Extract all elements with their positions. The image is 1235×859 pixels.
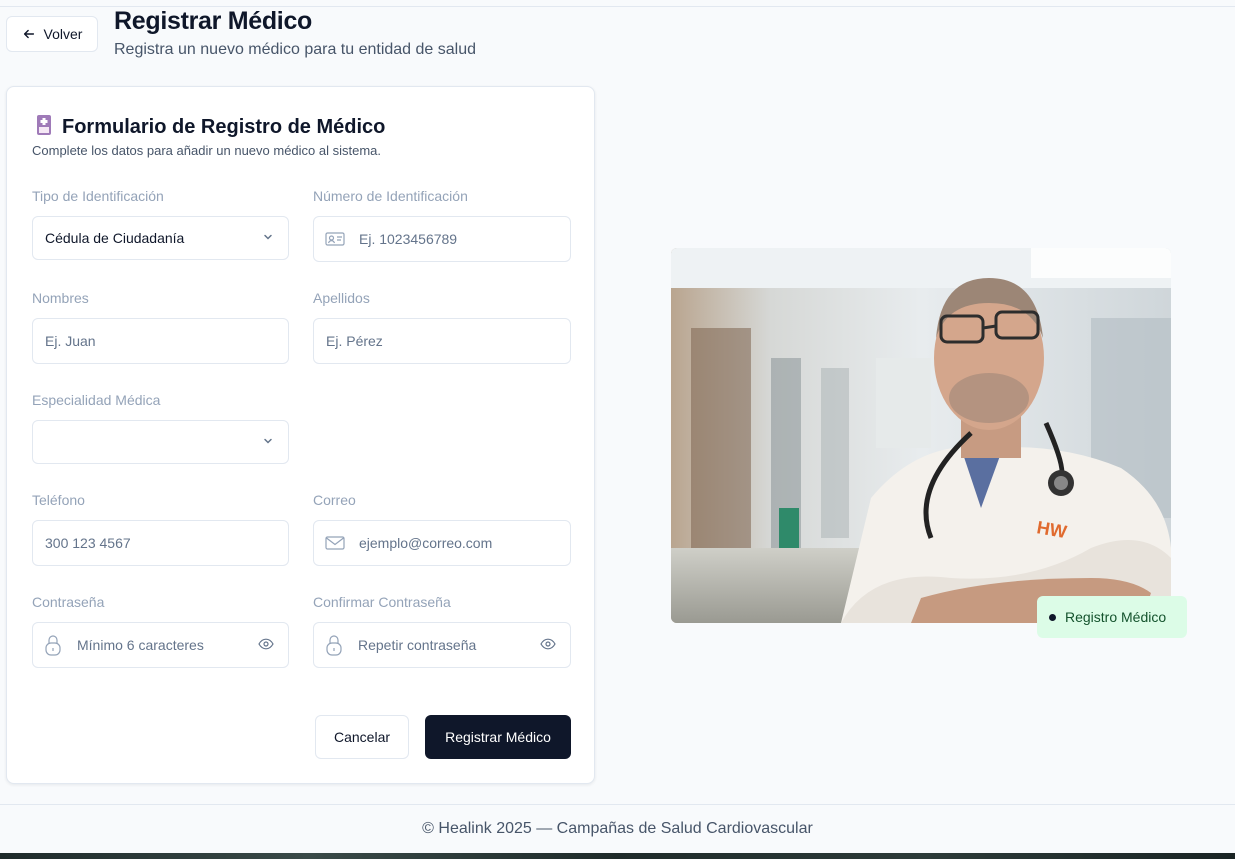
confirm-password-placeholder: Repetir contraseña bbox=[358, 637, 477, 653]
page-title: Registrar Médico bbox=[114, 7, 313, 35]
status-badge: Registro Médico bbox=[1037, 596, 1187, 638]
status-dot bbox=[1049, 613, 1056, 621]
password-label: Contraseña bbox=[32, 594, 105, 610]
doctor-photo: HW bbox=[671, 248, 1171, 623]
confirm-password-input[interactable]: Repetir contraseña bbox=[313, 622, 571, 668]
id-type-value: Cédula de Ciudadanía bbox=[45, 230, 185, 246]
form-title-text: Formulario de Registro de Médico bbox=[62, 116, 386, 138]
last-name-placeholder: Ej. Pérez bbox=[326, 333, 383, 349]
email-placeholder: ejemplo@correo.com bbox=[359, 535, 493, 551]
arrow-left-icon bbox=[23, 29, 34, 39]
eye-icon[interactable] bbox=[540, 637, 556, 653]
eye-icon[interactable] bbox=[258, 637, 274, 653]
form-description: Complete los datos para añadir un nuevo … bbox=[32, 143, 382, 158]
id-number-input[interactable]: Ej. 1023456789 bbox=[313, 216, 571, 262]
status-badge-label: Registro Médico bbox=[1065, 609, 1167, 625]
id-card-icon bbox=[325, 231, 345, 247]
chevron-down-icon bbox=[262, 434, 274, 450]
password-input[interactable]: Mínimo 6 caracteres bbox=[32, 622, 289, 668]
footer-text: © Healink 2025 — Campañas de Salud Cardi… bbox=[422, 820, 813, 837]
email-label: Correo bbox=[313, 492, 356, 508]
specialty-label: Especialidad Médica bbox=[32, 392, 161, 408]
footer: © Healink 2025 — Campañas de Salud Cardi… bbox=[0, 804, 1235, 853]
medical-record-icon bbox=[34, 114, 54, 141]
first-name-placeholder: Ej. Juan bbox=[45, 333, 96, 349]
id-type-select[interactable]: Cédula de Ciudadanía bbox=[32, 216, 289, 260]
last-name-input[interactable]: Ej. Pérez bbox=[313, 318, 571, 364]
mail-icon bbox=[325, 535, 345, 551]
first-name-input[interactable]: Ej. Juan bbox=[32, 318, 289, 364]
email-input[interactable]: ejemplo@correo.com bbox=[313, 520, 571, 566]
id-number-label: Número de Identificación bbox=[313, 188, 468, 204]
form-title: Formulario de Registro de Médico bbox=[34, 114, 385, 141]
lock-icon bbox=[44, 634, 62, 656]
id-number-placeholder: Ej. 1023456789 bbox=[359, 231, 458, 247]
confirm-password-label: Confirmar Contraseña bbox=[313, 594, 451, 610]
chevron-down-icon bbox=[262, 230, 274, 246]
page-subtitle: Registra un nuevo médico para tu entidad… bbox=[114, 41, 477, 58]
specialty-select[interactable] bbox=[32, 420, 289, 464]
password-placeholder: Mínimo 6 caracteres bbox=[77, 637, 204, 653]
id-type-label: Tipo de Identificación bbox=[32, 188, 164, 204]
last-name-label: Apellidos bbox=[313, 290, 370, 306]
first-name-label: Nombres bbox=[32, 290, 89, 306]
phone-label: Teléfono bbox=[32, 492, 85, 508]
registration-form-card: Formulario de Registro de Médico Complet… bbox=[6, 86, 595, 784]
lock-icon bbox=[325, 634, 343, 656]
bottom-background-strip bbox=[0, 853, 1235, 859]
back-button-label: Volver bbox=[43, 26, 83, 42]
back-button[interactable]: Volver bbox=[6, 16, 98, 52]
phone-input[interactable]: 300 123 4567 bbox=[32, 520, 289, 566]
phone-placeholder: 300 123 4567 bbox=[45, 535, 131, 551]
cancel-button[interactable]: Cancelar bbox=[315, 715, 409, 759]
register-doctor-button[interactable]: Registrar Médico bbox=[425, 715, 571, 759]
